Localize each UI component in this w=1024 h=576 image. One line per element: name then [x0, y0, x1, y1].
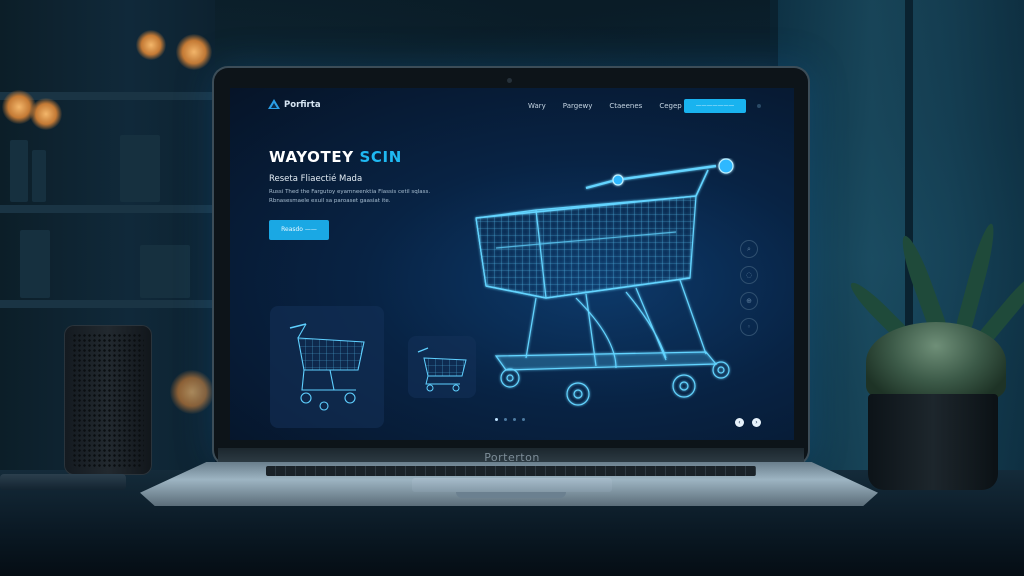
menu-dot-icon[interactable]: [757, 104, 761, 108]
globe-icon[interactable]: ⊕: [740, 292, 758, 310]
nav-item-4[interactable]: Cegep: [659, 102, 681, 110]
header-cta-button[interactable]: ———————: [684, 99, 746, 113]
carousel-dot[interactable]: [522, 418, 525, 421]
plant-pot: [868, 394, 998, 490]
cart-icon[interactable]: ◦: [740, 318, 758, 336]
hero-subtitle: Reseta Fliaectié Mada: [269, 174, 363, 184]
keyboard[interactable]: [266, 466, 756, 476]
hero-title: WAYOTEY SCIN: [269, 148, 402, 166]
succulent-plant: [866, 322, 1006, 402]
webcam: [507, 78, 512, 83]
bokeh-light: [136, 30, 166, 60]
nav-item-3[interactable]: Ctaeenes: [609, 102, 642, 110]
book: [10, 140, 28, 202]
hero-paragraph: Russi Thed the Fargutoy eyamneenktia Fla…: [269, 189, 431, 204]
carousel-dot[interactable]: [513, 418, 516, 421]
nav-item-2[interactable]: Pargewy: [563, 102, 593, 110]
prev-icon[interactable]: ‹: [735, 418, 744, 427]
bokeh-light: [170, 370, 214, 414]
site-name: Porfirta: [284, 99, 321, 110]
nav-item-1[interactable]: Wary: [528, 102, 546, 110]
shopping-cart-illustration: [475, 158, 734, 406]
product-card[interactable]: [270, 306, 384, 428]
laptop-screen: Porfirta Wary Pargewy Ctaeenes Cegep ———…: [230, 88, 794, 440]
user-icon[interactable]: ◌: [740, 266, 758, 284]
hero-title-main: WAYOTEY: [269, 148, 360, 166]
hero-cta-button[interactable]: Reasdo ——: [269, 220, 329, 240]
hero-title-accent: SCIN: [359, 148, 402, 166]
book: [20, 230, 50, 298]
site-logo[interactable]: Porfirta: [268, 99, 321, 110]
book: [120, 135, 160, 202]
next-icon[interactable]: ›: [752, 418, 761, 427]
carousel-dots: [495, 418, 525, 421]
bokeh-light: [30, 98, 62, 130]
laptop-notch: [456, 492, 566, 498]
phone: [0, 474, 126, 490]
trackpad[interactable]: [412, 478, 612, 492]
side-icon-column: ⌕ ◌ ⊕ ◦: [740, 240, 758, 336]
main-nav: Wary Pargewy Ctaeenes Cegep: [528, 102, 682, 110]
speaker: [64, 325, 152, 475]
shelf: [0, 205, 215, 213]
book: [32, 150, 46, 202]
brand-logo-icon: [268, 99, 280, 109]
cart-thumbnail-small-icon: [417, 347, 467, 392]
bokeh-light: [176, 34, 212, 70]
product-card-small[interactable]: [408, 336, 476, 398]
book: [140, 245, 190, 298]
carousel-dot[interactable]: [504, 418, 507, 421]
search-icon[interactable]: ⌕: [740, 240, 758, 258]
carousel-dot[interactable]: [495, 418, 498, 421]
cart-thumbnail-icon: [289, 323, 365, 411]
shelf: [0, 300, 215, 308]
